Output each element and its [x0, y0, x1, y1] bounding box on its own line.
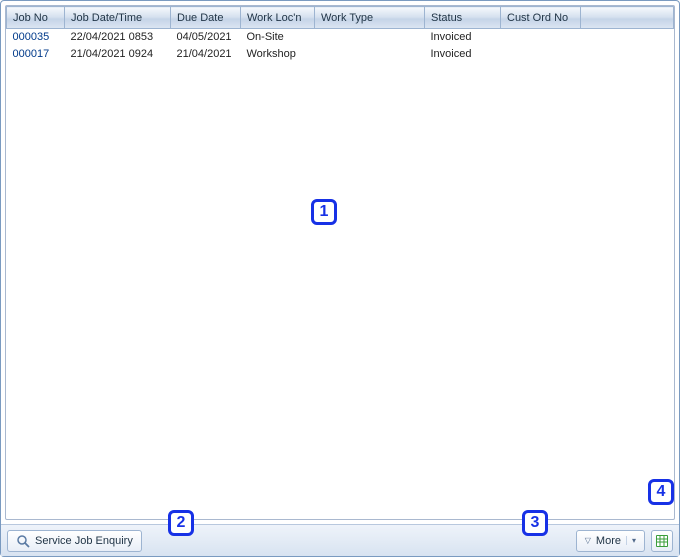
jobs-window: Job No Job Date/Time Due Date Work Loc'n…	[0, 0, 680, 557]
jobs-table-area: Job No Job Date/Time Due Date Work Loc'n…	[5, 5, 675, 520]
table-row[interactable]: 000017 21/04/2021 0924 21/04/2021 Worksh…	[7, 46, 674, 63]
dropdown-caret-icon: ▾	[626, 536, 636, 545]
cell-type	[315, 29, 425, 46]
cell-type	[315, 46, 425, 63]
col-header-loc[interactable]: Work Loc'n	[241, 7, 315, 29]
cell-cust	[501, 29, 581, 46]
cell-jobno[interactable]: 000035	[7, 29, 65, 46]
table-row[interactable]: 000035 22/04/2021 0853 04/05/2021 On-Sit…	[7, 29, 674, 46]
cell-jobno[interactable]: 000017	[7, 46, 65, 63]
more-label: More	[596, 535, 621, 547]
cell-datetime: 21/04/2021 0924	[65, 46, 171, 63]
chevron-down-icon: ▽	[585, 536, 591, 545]
bottom-toolbar: Service Job Enquiry ▽ More ▾	[1, 524, 679, 556]
cell-rest	[581, 46, 674, 63]
magnifier-icon	[16, 534, 30, 548]
service-job-enquiry-label: Service Job Enquiry	[35, 535, 133, 547]
col-header-datetime[interactable]: Job Date/Time	[65, 7, 171, 29]
col-header-jobno[interactable]: Job No	[7, 7, 65, 29]
cell-loc: On-Site	[241, 29, 315, 46]
col-header-type[interactable]: Work Type	[315, 7, 425, 29]
cell-due: 04/05/2021	[171, 29, 241, 46]
cell-status: Invoiced	[425, 46, 501, 63]
cell-datetime: 22/04/2021 0853	[65, 29, 171, 46]
callout-marker-2: 2	[168, 510, 194, 536]
spreadsheet-icon	[655, 534, 669, 548]
cell-cust	[501, 46, 581, 63]
cell-due: 21/04/2021	[171, 46, 241, 63]
cell-rest	[581, 29, 674, 46]
cell-loc: Workshop	[241, 46, 315, 63]
col-header-due[interactable]: Due Date	[171, 7, 241, 29]
col-header-status[interactable]: Status	[425, 7, 501, 29]
col-header-rest	[581, 7, 674, 29]
jobs-table: Job No Job Date/Time Due Date Work Loc'n…	[6, 6, 674, 63]
callout-marker-4: 4	[648, 479, 674, 505]
jobs-header-row: Job No Job Date/Time Due Date Work Loc'n…	[7, 7, 674, 29]
col-header-cust[interactable]: Cust Ord No	[501, 7, 581, 29]
callout-marker-3: 3	[522, 510, 548, 536]
service-job-enquiry-button[interactable]: Service Job Enquiry	[7, 530, 142, 552]
cell-status: Invoiced	[425, 29, 501, 46]
callout-marker-1: 1	[311, 199, 337, 225]
more-button[interactable]: ▽ More ▾	[576, 530, 645, 552]
export-excel-button[interactable]	[651, 530, 673, 552]
